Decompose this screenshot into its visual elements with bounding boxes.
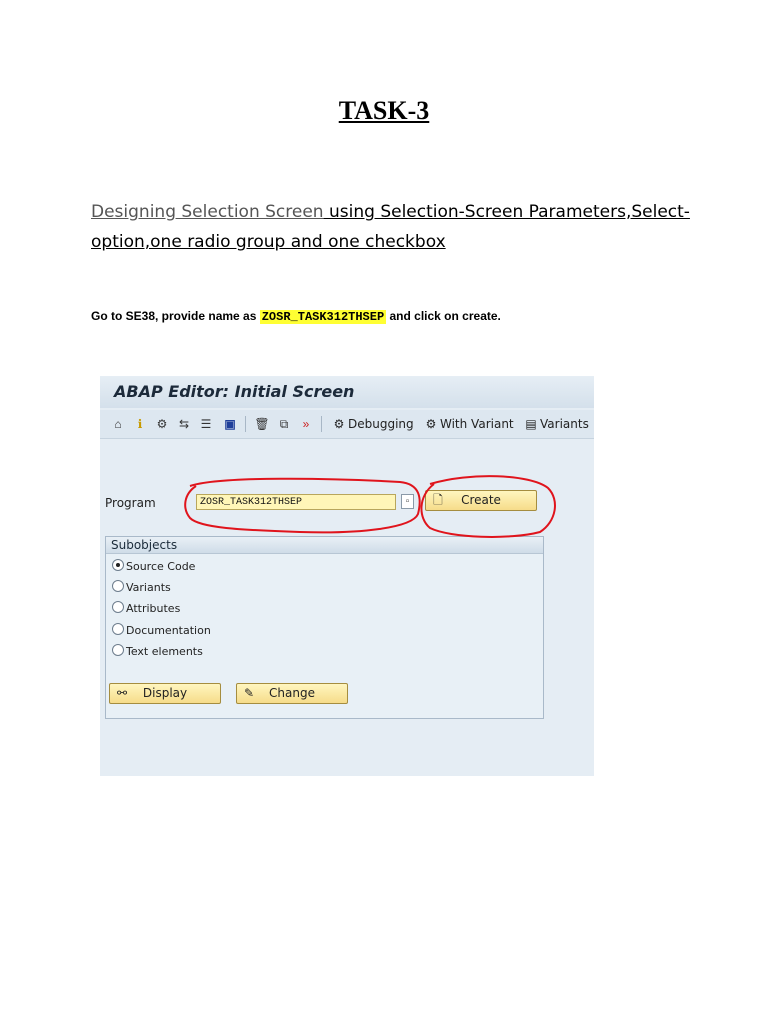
radio-label: Source Code xyxy=(126,560,196,573)
program-input[interactable] xyxy=(196,494,396,510)
change-button[interactable]: ✎ Change xyxy=(236,683,348,704)
subobjects-groupbox: Subobjects Source Code Variants Attribut… xyxy=(105,536,544,719)
pencil-icon: ✎ xyxy=(243,686,255,700)
debugging-label: Debugging xyxy=(348,417,414,431)
document-title: TASK-3 xyxy=(338,96,430,125)
radio-button[interactable] xyxy=(112,580,124,592)
instruction-line: Go to SE38, provide name as ZOSR_TASK312… xyxy=(91,309,501,324)
task-description: Designing Selection Screen using Selecti… xyxy=(91,197,691,257)
object-list-icon[interactable]: ☰ xyxy=(198,416,214,432)
variant-execute-icon: ⚙ xyxy=(425,417,437,431)
sap-title-bar: ABAP Editor: Initial Screen xyxy=(100,376,594,408)
display-button[interactable]: ⚯ Display xyxy=(109,683,221,704)
instruction-text-after: and click on create. xyxy=(386,309,501,323)
display-other-icon[interactable]: ⌂ xyxy=(110,416,126,432)
radio-text-elements[interactable]: Text elements xyxy=(112,644,203,660)
copy-icon[interactable]: ⧉ xyxy=(276,416,292,432)
with-variant-button[interactable]: ⚙ With Variant xyxy=(424,415,514,433)
info-icon[interactable]: ℹ xyxy=(132,416,148,432)
glasses-icon: ⚯ xyxy=(116,686,128,700)
radio-button[interactable] xyxy=(112,601,124,613)
delete-icon[interactable]: 🗑 xyxy=(254,416,270,432)
debug-icon: ⚙ xyxy=(333,417,345,431)
value-help-icon[interactable]: ▫ xyxy=(401,494,414,509)
radio-button[interactable] xyxy=(112,623,124,635)
radio-label: Documentation xyxy=(126,624,211,637)
toolbar-separator xyxy=(245,416,246,432)
subobjects-title: Subobjects xyxy=(111,538,178,552)
sap-abap-editor-screenshot: ABAP Editor: Initial Screen ⌂ ℹ ⚙ ⇆ ☰ ▣ … xyxy=(100,376,594,776)
radio-documentation[interactable]: Documentation xyxy=(112,623,211,639)
radio-attributes[interactable]: Attributes xyxy=(112,601,180,617)
execute-icon[interactable]: » xyxy=(298,416,314,432)
variants-button[interactable]: ▤ Variants xyxy=(524,415,589,433)
create-button[interactable]: 🗋 Create xyxy=(425,490,537,511)
new-document-icon: 🗋 xyxy=(433,493,443,507)
program-name-highlight: ZOSR_TASK312THSEP xyxy=(259,310,387,324)
debugging-button[interactable]: ⚙ Debugging xyxy=(332,415,414,433)
subobjects-header: Subobjects xyxy=(106,537,543,554)
radio-source-code[interactable]: Source Code xyxy=(112,559,195,575)
application-toolbar: ⌂ ℹ ⚙ ⇆ ☰ ▣ 🗑 ⧉ » ⚙ Debugging ⚙ With Varia… xyxy=(100,410,594,439)
toolbar-separator xyxy=(321,416,322,432)
radio-variants[interactable]: Variants xyxy=(112,580,171,596)
instruction-text-before: Go to SE38, provide name as xyxy=(91,309,260,323)
radio-label: Attributes xyxy=(126,602,181,615)
where-used-icon[interactable]: ⇆ xyxy=(176,416,192,432)
radio-button-selected[interactable] xyxy=(112,559,124,571)
radio-label: Variants xyxy=(126,581,171,594)
with-variant-label: With Variant xyxy=(440,417,514,431)
info-block-icon[interactable]: ▣ xyxy=(222,416,238,432)
radio-label: Text elements xyxy=(126,645,203,658)
sap-screen-title: ABAP Editor: Initial Screen xyxy=(114,382,355,401)
variants-icon: ▤ xyxy=(525,417,537,431)
variants-label: Variants xyxy=(540,417,589,431)
radio-button[interactable] xyxy=(112,644,124,656)
activate-icon[interactable]: ⚙ xyxy=(154,416,170,432)
program-label: Program xyxy=(105,496,156,510)
task-description-part-1: Designing Selection Screen xyxy=(91,202,324,222)
